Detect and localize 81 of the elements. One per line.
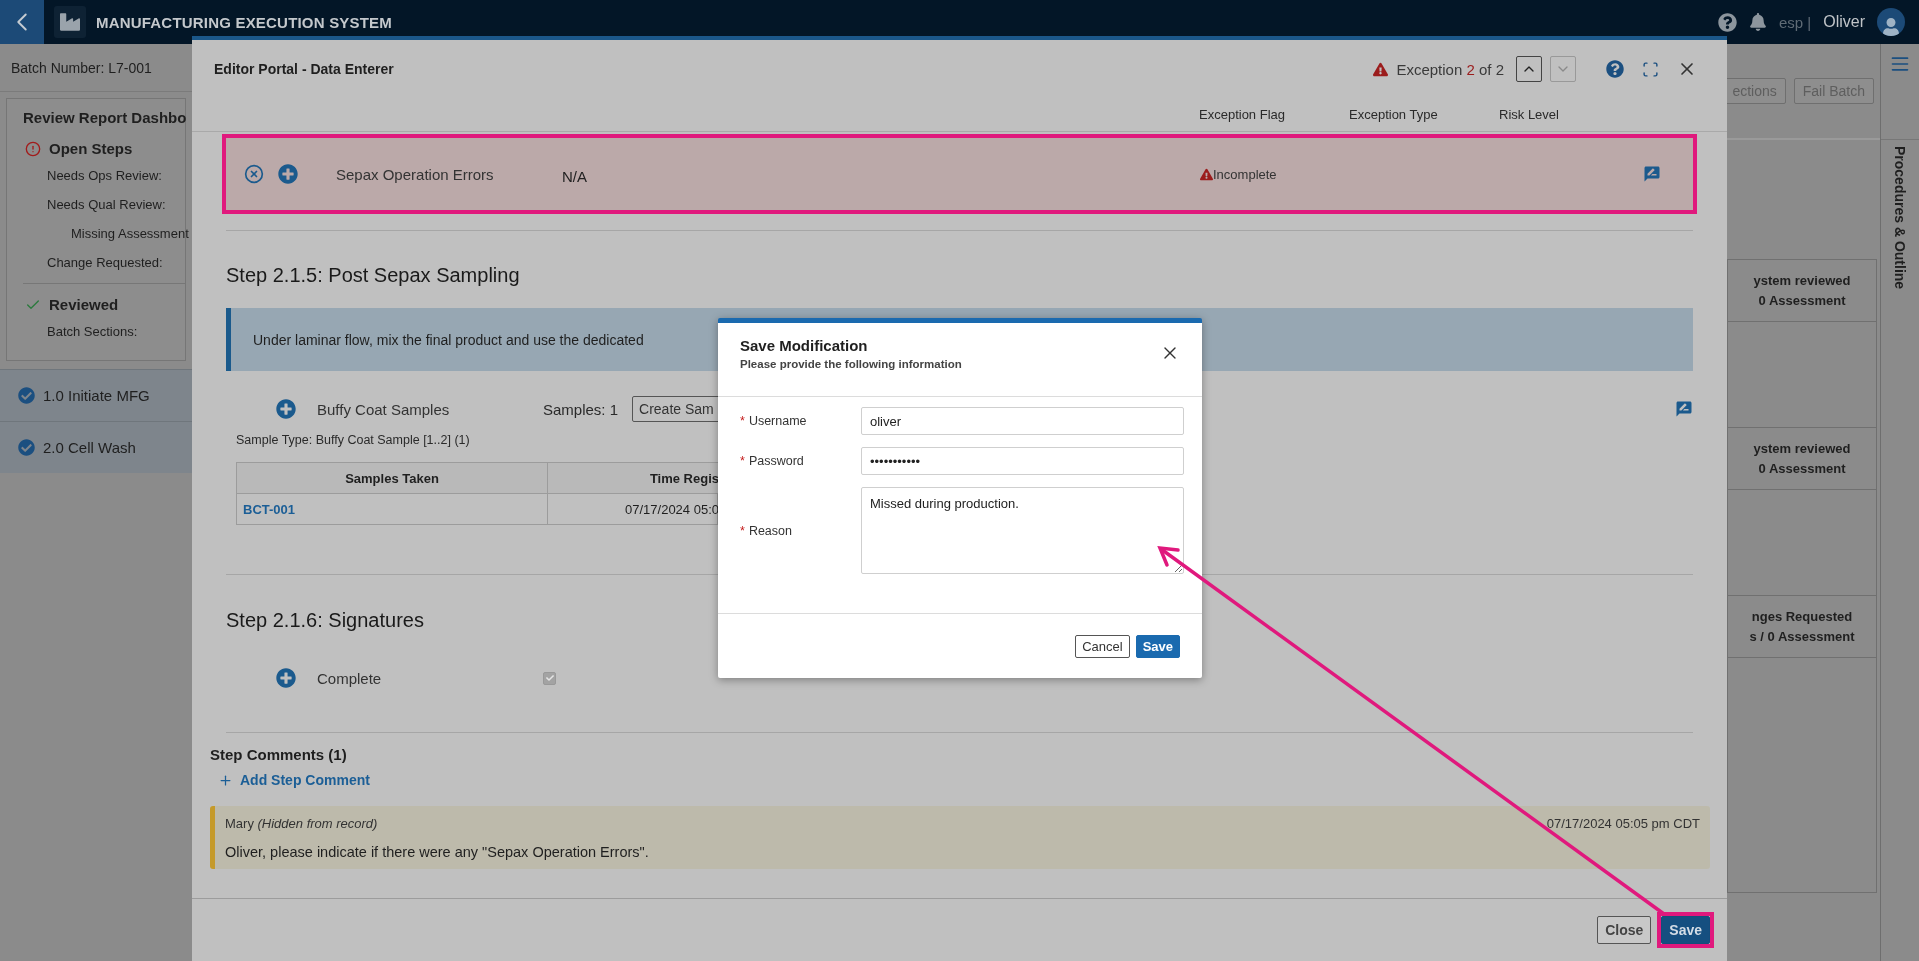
section-item[interactable]: 2.0 Cell Wash (0, 421, 192, 473)
column-header: Exception Type (1349, 107, 1439, 122)
field-label: Reason (748, 523, 792, 538)
input-field[interactable]: ••••••••••• (861, 447, 1184, 475)
warning-icon (1373, 61, 1389, 77)
field-label: Complete (317, 669, 383, 687)
dashboard-item[interactable]: Change Requested: (23, 248, 185, 277)
help-icon[interactable] (1717, 12, 1737, 32)
highlight-frame (1657, 912, 1714, 948)
summary-text: 0 Assessment (1758, 461, 1846, 476)
column-header: Risk Level (1499, 107, 1560, 122)
add-icon[interactable] (276, 668, 296, 688)
comment-author: Mary (Hidden from record) (225, 816, 379, 833)
field-label: Username (748, 414, 807, 428)
input-field[interactable]: oliver (861, 407, 1184, 435)
add-icon[interactable] (276, 399, 296, 419)
column-header: Samples Taken (237, 463, 547, 494)
bell-icon[interactable] (1748, 13, 1767, 31)
back-button[interactable] (0, 0, 44, 44)
close-button[interactable]: Close (1597, 916, 1652, 944)
user-icon (1882, 18, 1900, 36)
dashboard-title: Review Report Dashbo (23, 109, 185, 126)
field-label: Sepax Operation Errors (336, 165, 495, 183)
add-comment-link[interactable]: Add Step Comment (218, 770, 370, 790)
required-mark: * (740, 414, 745, 428)
dashboard-item[interactable]: Needs Ops Review: (23, 161, 185, 190)
field-label: Buffy Coat Samples (317, 400, 451, 418)
app-title: MANUFACTURING EXECUTION SYSTEM (96, 13, 392, 31)
group-title[interactable]: Open Steps (49, 140, 133, 157)
check-icon (545, 674, 554, 682)
checkbox[interactable] (543, 671, 556, 685)
save-button[interactable]: Save (1661, 916, 1710, 944)
add-icon[interactable] (278, 164, 298, 184)
dashboard-item[interactable]: Needs Qual Review: (23, 190, 185, 219)
exception-nav-button[interactable] (1516, 56, 1542, 82)
dashboard-item[interactable]: Batch Sections: (23, 317, 185, 346)
factory-icon (60, 12, 80, 32)
site-label: esp | (1778, 13, 1812, 31)
sample-link[interactable]: BCT-001 (243, 501, 296, 517)
section-item[interactable]: 1.0 Initiate MFG (0, 369, 192, 421)
group-title[interactable]: Reviewed (49, 296, 119, 313)
flag-label: Incomplete (1213, 166, 1277, 182)
plus-icon (218, 772, 233, 788)
help-button[interactable] (1606, 60, 1624, 78)
field-value: N/A (562, 166, 588, 185)
save-button[interactable]: Save (1135, 634, 1180, 658)
remove-icon[interactable] (244, 164, 264, 184)
summary-text: s / 0 Assessment (1749, 629, 1855, 644)
dialog-title: Save Modification (740, 337, 869, 354)
column-header: Time Regis (547, 463, 719, 494)
comment-text: Oliver, please indicate if there were any "Sepax Operation Errors". (225, 843, 650, 862)
fullscreen-button[interactable] (1642, 60, 1659, 78)
dialog-subtitle: Please provide the following information (740, 358, 962, 370)
avatar[interactable] (1877, 8, 1905, 36)
alert-icon (25, 140, 41, 157)
summary-text: 0 Assessment (1758, 293, 1846, 308)
comment-edit-icon[interactable] (1675, 400, 1693, 418)
comments-title: Step Comments (1) (210, 745, 348, 765)
menu-icon[interactable] (1890, 54, 1910, 74)
warning-icon (1200, 167, 1213, 181)
step-title: Step 2.1.6: Signatures (226, 608, 425, 633)
sidebar-tab[interactable]: Procedures & Outline (1892, 146, 1908, 290)
summary-text: ystem reviewed (1753, 273, 1851, 288)
reason-field[interactable]: Missed during production. (861, 487, 1184, 574)
required-mark: * (740, 523, 745, 538)
required-mark: * (740, 454, 745, 468)
summary-text: nges Requested (1751, 609, 1853, 624)
column-header: Exception Flag (1199, 107, 1286, 122)
comment-time: 07/17/2024 05:05 pm CDT (1546, 816, 1700, 833)
sample-count: Samples: 1 (543, 400, 619, 418)
field-label: Password (748, 454, 804, 468)
sample-type-text: Sample Type: Buffy Coat Sample [1..2] (1) (235, 432, 471, 448)
cancel-button[interactable]: Cancel (1075, 634, 1130, 658)
user-name[interactable]: Oliver (1823, 13, 1865, 31)
exception-counter: Exception 2 of 2 (1396, 60, 1504, 78)
summary-text: ystem reviewed (1753, 441, 1851, 456)
comment-edit-icon[interactable] (1643, 165, 1661, 183)
step-title: Step 2.1.5: Post Sepax Sampling (226, 263, 521, 288)
help-icon (1606, 60, 1624, 78)
fullscreen-icon (1642, 60, 1659, 78)
editor-title: Editor Portal - Data Enterer (214, 61, 394, 77)
